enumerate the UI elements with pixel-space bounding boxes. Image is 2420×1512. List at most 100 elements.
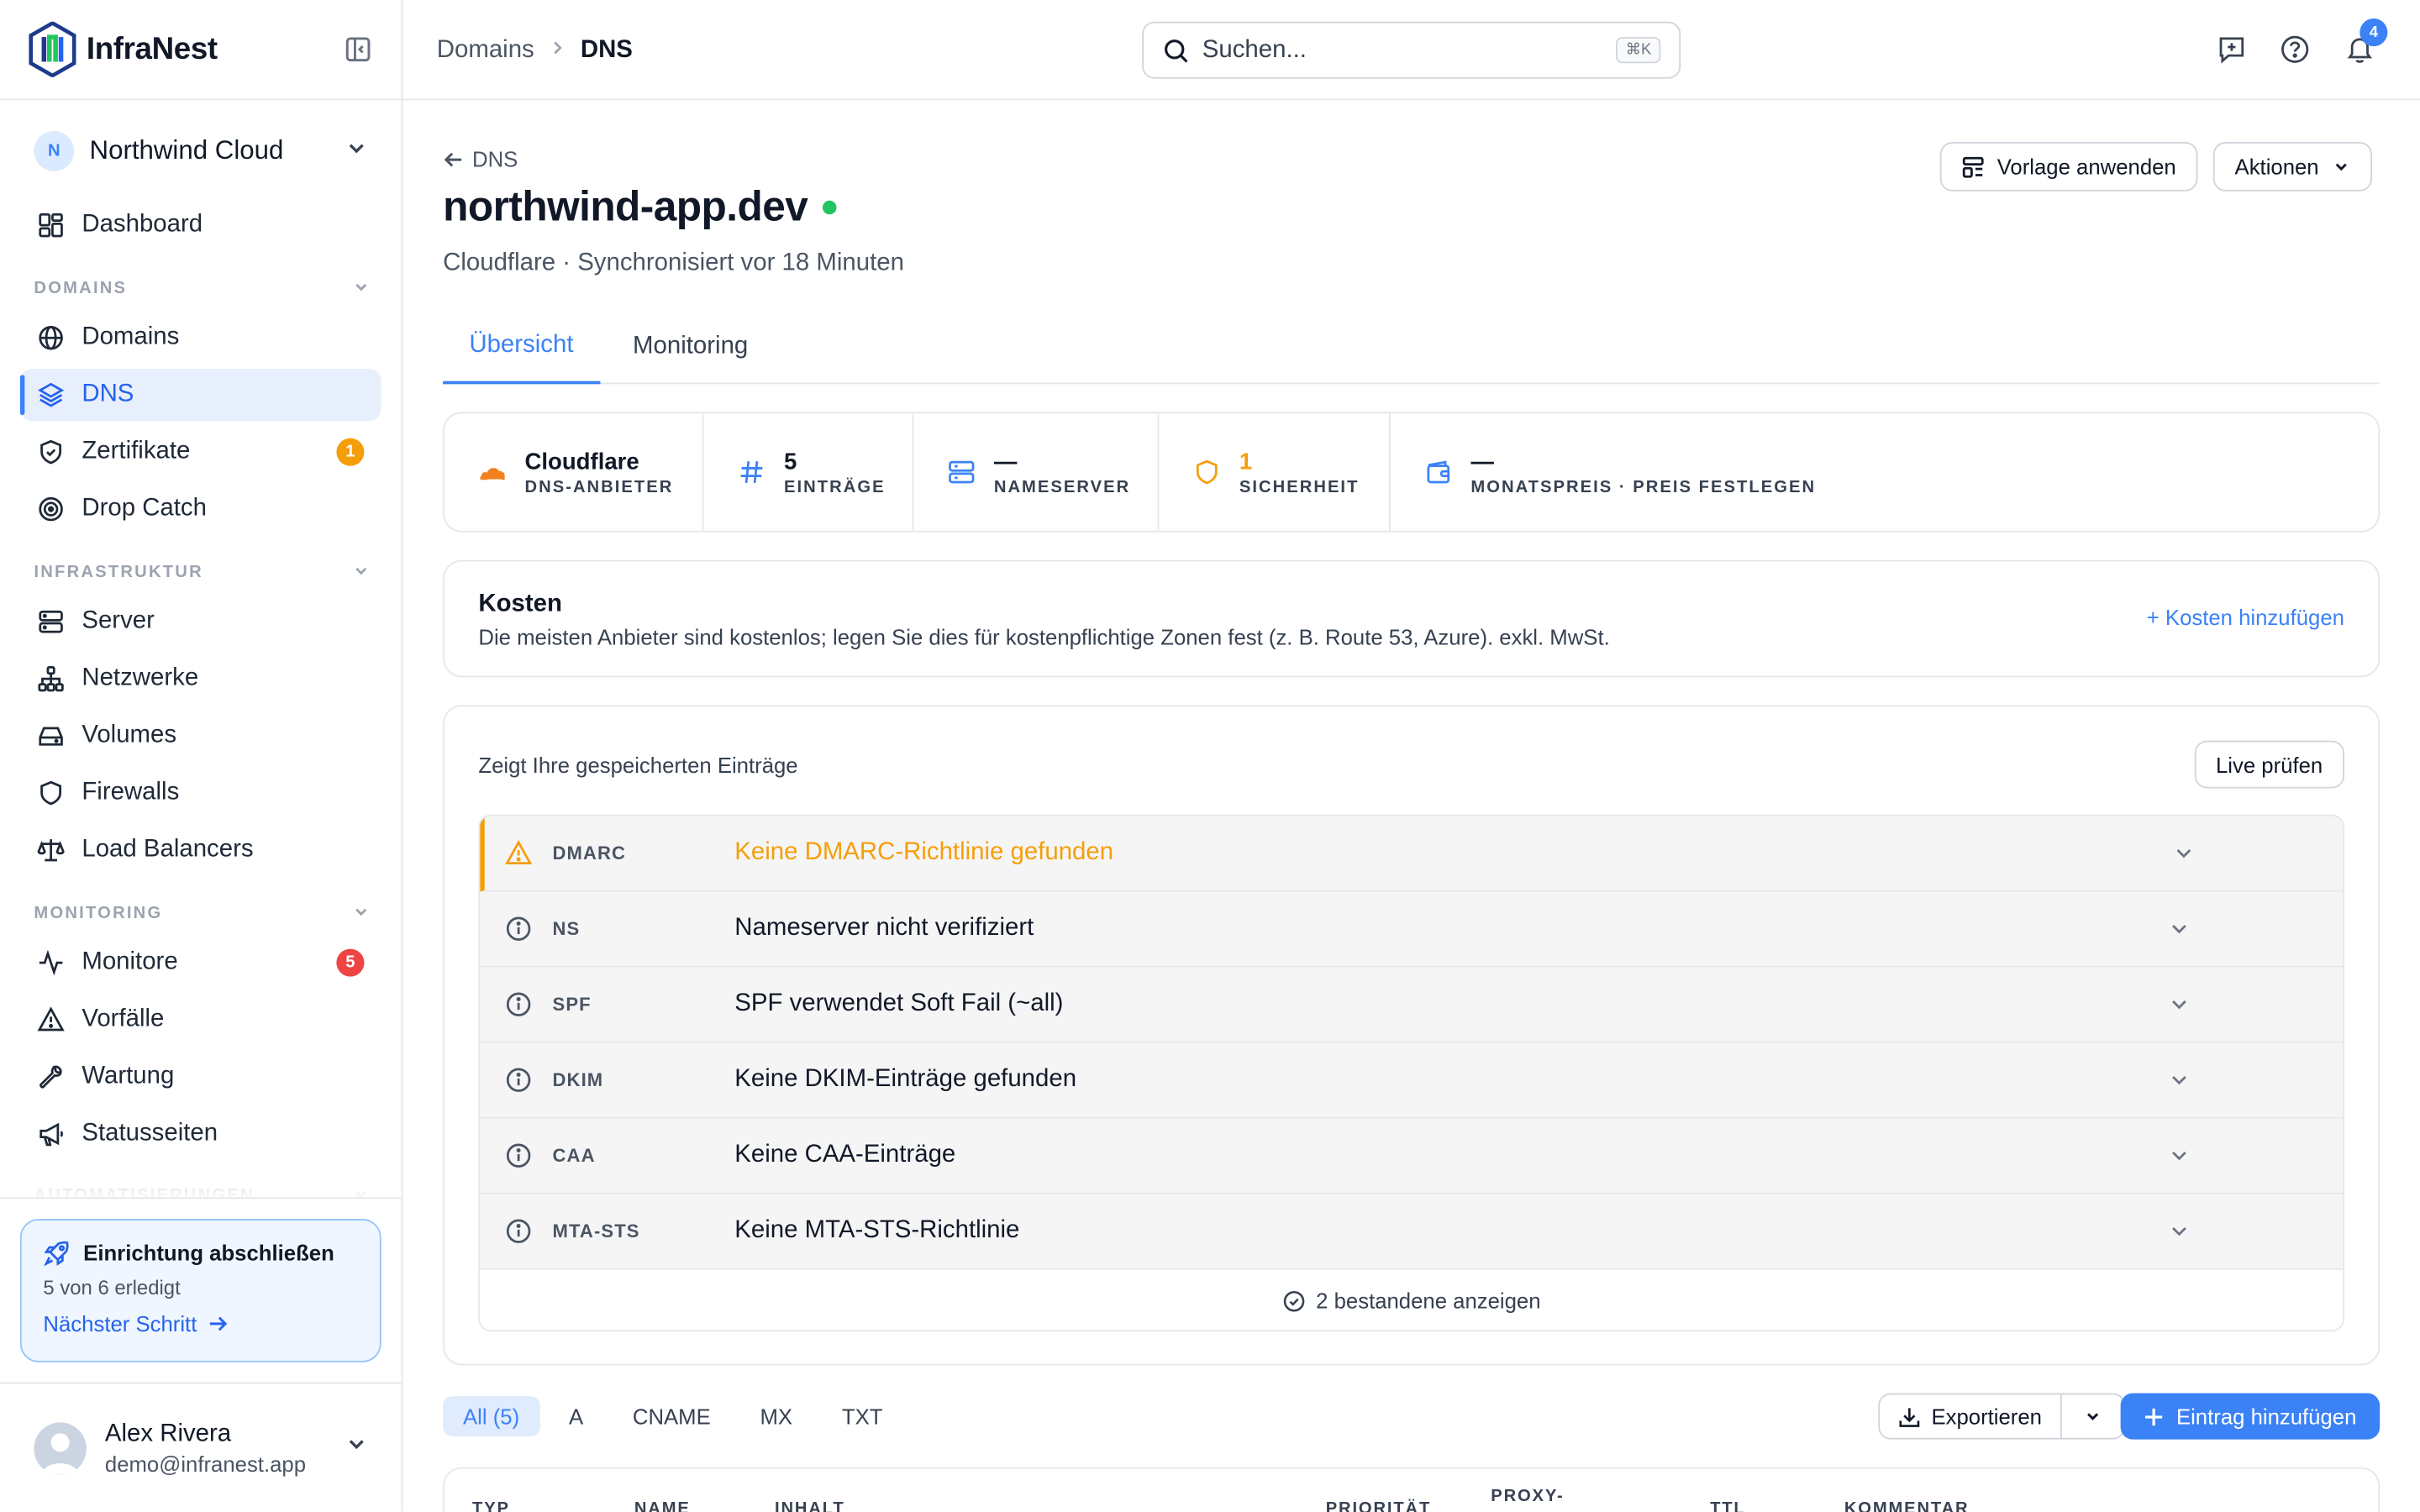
user-menu[interactable]: Alex Rivera demo@infranest.app	[0, 1382, 402, 1512]
globe-icon	[39, 326, 63, 350]
stat-entries: 5 EINTRÄGE	[704, 413, 914, 531]
filter-all[interactable]: All (5)	[443, 1396, 540, 1436]
tab-monitoring[interactable]: Monitoring	[607, 310, 775, 384]
tab-uebersicht[interactable]: Übersicht	[443, 310, 600, 385]
setup-progress-card[interactable]: Einrichtung abschließen 5 von 6 erledigt…	[19, 1218, 381, 1362]
column-header-kommentar[interactable]: KOMMENTAR	[1844, 1499, 1970, 1512]
sidebar-item-domains[interactable]: Domains	[20, 312, 381, 364]
search-icon	[1165, 39, 1188, 62]
activity-icon	[39, 949, 63, 976]
chevron-down-icon	[352, 561, 371, 585]
sidebar-item-label: Statusseiten	[82, 1120, 218, 1147]
sidebar-item-label: Volumes	[82, 722, 177, 748]
add-costs-link[interactable]: + Kosten hinzufügen	[2147, 605, 2344, 629]
sidebar-item-label: Firewalls	[82, 779, 180, 806]
plus-icon	[2145, 1407, 2163, 1425]
filter-a[interactable]: A	[549, 1396, 603, 1436]
feedback-icon[interactable]	[2217, 34, 2248, 65]
actions-button[interactable]: Aktionen	[2212, 141, 2373, 192]
topbar: Domains DNS Suchen... ⌘K 4	[402, 0, 2420, 101]
check-row-spf[interactable]: SPF SPF verwendet Soft Fail (~all)	[480, 967, 2344, 1043]
search-input[interactable]: Suchen... ⌘K	[1142, 21, 1681, 79]
column-header-prioritaet[interactable]: PRIORITÄT	[1326, 1499, 1431, 1512]
back-link[interactable]: DNS	[443, 146, 518, 171]
column-header-typ[interactable]: TYP	[472, 1499, 510, 1512]
monitore-count-badge: 5	[336, 948, 365, 977]
alert-triangle-icon	[37, 1006, 65, 1032]
sidebar-item-server[interactable]: Server	[20, 596, 381, 648]
hard-drive-icon	[39, 727, 63, 746]
stat-monthly-price[interactable]: — MONATSPREIS · PREIS FESTLEGEN	[1391, 413, 2378, 531]
sidebar-item-dropcatch[interactable]: Drop Catch	[20, 483, 381, 535]
sidebar-item-netzwerke[interactable]: Netzwerke	[20, 653, 381, 705]
section-label: MONITORING	[34, 904, 163, 923]
section-monitoring[interactable]: MONITORING	[34, 901, 370, 926]
chevron-down-icon	[2172, 1227, 2186, 1236]
next-step-link[interactable]: Nächster Schritt	[43, 1311, 358, 1336]
server-icon	[949, 460, 975, 484]
section-infrastruktur[interactable]: INFRASTRUKTUR	[34, 560, 370, 585]
check-row-caa[interactable]: CAA Keine CAA-Einträge	[480, 1118, 2344, 1194]
sidebar-item-statusseiten[interactable]: Statusseiten	[20, 1108, 381, 1160]
chevron-down-icon	[2172, 1000, 2186, 1010]
filter-txt[interactable]: TXT	[822, 1396, 902, 1436]
search-placeholder: Suchen...	[1202, 36, 1307, 63]
sidebar-item-monitore[interactable]: Monitore 5	[20, 937, 381, 989]
apply-template-button[interactable]: Vorlage anwenden	[1939, 141, 2198, 192]
sidebar-item-label: Wartung	[82, 1063, 175, 1089]
filter-cname[interactable]: CNAME	[613, 1396, 731, 1436]
section-domains[interactable]: DOMAINS	[34, 276, 370, 301]
next-step-label: Nächster Schritt	[43, 1311, 197, 1336]
sidebar-item-label: Server	[82, 607, 155, 634]
column-header-name[interactable]: NAME	[634, 1499, 691, 1512]
sidebar-item-wartung[interactable]: Wartung	[20, 1051, 381, 1103]
check-row-ns[interactable]: NS Nameserver nicht verifiziert	[480, 891, 2344, 968]
sidebar-item-loadbalancers[interactable]: Load Balancers	[20, 824, 381, 876]
check-row-mta-sts[interactable]: MTA-STS Keine MTA-STS-Richtlinie	[480, 1194, 2344, 1270]
breadcrumb-domains[interactable]: Domains	[437, 36, 534, 64]
org-switcher[interactable]: N Northwind Cloud	[0, 100, 402, 202]
check-message: Keine DMARC-Richtlinie gefunden	[734, 839, 1114, 866]
megaphone-icon	[39, 1122, 64, 1147]
shield-icon	[1196, 459, 1218, 485]
sidebar-item-vorfaelle[interactable]: Vorfälle	[20, 994, 381, 1046]
check-row-dmarc[interactable]: DMARC Keine DMARC-Richtlinie gefunden	[480, 816, 2344, 892]
user-name: Alex Rivera	[104, 1420, 232, 1446]
show-passed-button[interactable]: 2 bestandene anzeigen	[480, 1269, 2344, 1331]
stat-value: —	[993, 448, 1018, 475]
export-options-button[interactable]	[2062, 1407, 2123, 1425]
sidebar-item-zertifikate[interactable]: Zertifikate 1	[20, 426, 381, 478]
column-header-ttl[interactable]: TTL	[1710, 1499, 1746, 1512]
alert-triangle-icon	[505, 840, 533, 865]
stat-label: SICHERHEIT	[1239, 477, 1360, 496]
sidebar-item-label: DNS	[82, 381, 134, 407]
setup-title: Einrichtung abschließen	[83, 1240, 334, 1266]
check-circle-icon	[1283, 1290, 1304, 1311]
column-header-proxy[interactable]: PROXY-	[1491, 1488, 1564, 1506]
add-record-button[interactable]: Eintrag hinzufügen	[2120, 1393, 2381, 1440]
live-check-button[interactable]: Live prüfen	[2194, 740, 2344, 789]
arrow-left-icon	[444, 151, 462, 166]
sidebar: InfraNest N Northwind Cloud Dashboard DO…	[0, 0, 403, 1512]
chevron-down-icon	[2172, 925, 2186, 934]
stat-provider: Cloudflare DNS-ANBIETER	[445, 413, 704, 531]
sidebar-item-dns[interactable]: DNS	[19, 368, 381, 422]
export-button[interactable]: Exportieren	[1880, 1394, 2062, 1438]
sidebar-item-volumes[interactable]: Volumes	[20, 710, 381, 762]
check-row-dkim[interactable]: DKIM Keine DKIM-Einträge gefunden	[480, 1042, 2344, 1119]
records-table: TYP NAME INHALT PRIORITÄT PROXY- TTL KOM…	[443, 1467, 2381, 1512]
stat-label: EINTRÄGE	[784, 477, 886, 496]
notification-count-badge: 4	[2360, 18, 2388, 47]
check-code: MTA-STS	[552, 1220, 640, 1242]
export-label: Exportieren	[1931, 1404, 2042, 1429]
sidebar-item-firewalls[interactable]: Firewalls	[20, 767, 381, 819]
column-header-inhalt[interactable]: INHALT	[775, 1499, 845, 1512]
section-label: DOMAINS	[34, 279, 128, 298]
check-message: Keine DKIM-Einträge gefunden	[734, 1066, 1077, 1093]
layers-icon	[37, 382, 65, 407]
help-icon[interactable]	[2280, 34, 2311, 65]
sidebar-item-dashboard[interactable]: Dashboard	[20, 199, 381, 251]
actions-label: Aktionen	[2234, 154, 2319, 180]
collapse-sidebar-icon[interactable]	[343, 34, 374, 65]
filter-mx[interactable]: MX	[740, 1396, 813, 1436]
